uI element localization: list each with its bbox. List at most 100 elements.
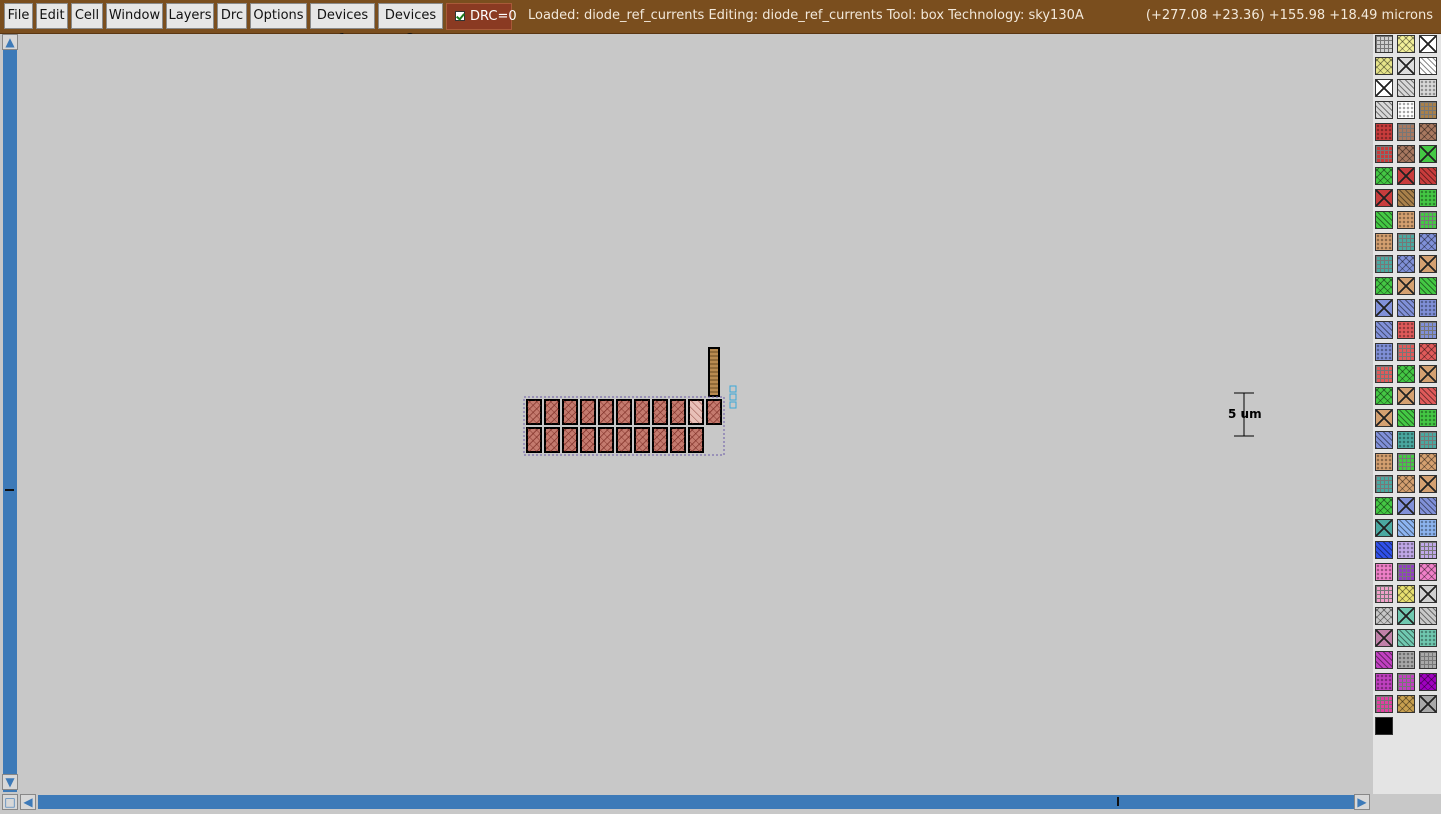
layer-swatch[interactable] [1375, 255, 1393, 273]
layer-swatch[interactable] [1397, 123, 1415, 141]
layer-swatch[interactable] [1419, 299, 1437, 317]
layer-swatch[interactable] [1375, 387, 1393, 405]
layer-swatch[interactable] [1419, 233, 1437, 251]
layer-swatch[interactable] [1419, 79, 1437, 97]
layer-swatch[interactable] [1419, 673, 1437, 691]
layer-swatch[interactable] [1397, 409, 1415, 427]
layer-swatch[interactable] [1375, 497, 1393, 515]
layer-swatch[interactable] [1375, 123, 1393, 141]
layer-swatch[interactable] [1375, 321, 1393, 339]
layer-swatch[interactable] [1375, 475, 1393, 493]
layer-swatch[interactable] [1375, 585, 1393, 603]
layer-swatch[interactable] [1419, 365, 1437, 383]
layer-swatch[interactable] [1375, 541, 1393, 559]
scroll-up-icon[interactable]: ▲ [2, 34, 18, 50]
layer-swatch[interactable] [1419, 607, 1437, 625]
layer-swatch[interactable] [1375, 453, 1393, 471]
layer-swatch[interactable] [1375, 629, 1393, 647]
layer-swatch[interactable] [1375, 607, 1393, 625]
menu-window[interactable]: Window [106, 3, 163, 29]
layer-swatch[interactable] [1397, 453, 1415, 471]
layer-swatch[interactable] [1375, 365, 1393, 383]
layer-swatch[interactable] [1375, 409, 1393, 427]
layer-swatch[interactable] [1397, 365, 1415, 383]
layer-swatch[interactable] [1419, 695, 1437, 713]
layer-swatch[interactable] [1419, 35, 1437, 53]
layer-swatch[interactable] [1397, 211, 1415, 229]
layer-swatch[interactable] [1419, 211, 1437, 229]
layer-swatch[interactable] [1397, 695, 1415, 713]
horizontal-scrollbar[interactable]: □ ◀ ▶ [0, 792, 1372, 812]
layer-swatch[interactable] [1419, 343, 1437, 361]
drc-toggle[interactable]: DRC=0 [446, 3, 517, 30]
layer-swatch[interactable] [1419, 57, 1437, 75]
layer-swatch[interactable] [1397, 387, 1415, 405]
layer-swatch[interactable] [1397, 585, 1415, 603]
layer-swatch[interactable] [1397, 57, 1415, 75]
layer-swatch[interactable] [1397, 145, 1415, 163]
scroll-right-icon[interactable]: ▶ [1354, 794, 1370, 810]
layer-swatch[interactable] [1375, 673, 1393, 691]
layer-swatch[interactable] [1419, 519, 1437, 537]
layer-swatch[interactable] [1375, 211, 1393, 229]
menu-devices-2[interactable]: Devices 2 [378, 3, 443, 47]
vertical-scroll-trough[interactable] [3, 50, 17, 806]
menu-cell[interactable]: Cell [71, 3, 103, 29]
layer-swatch[interactable] [1375, 695, 1393, 713]
layer-swatch[interactable] [1419, 101, 1437, 119]
layer-swatch[interactable] [1419, 585, 1437, 603]
layer-swatch[interactable] [1375, 651, 1393, 669]
layer-swatch[interactable] [1419, 409, 1437, 427]
layer-swatch[interactable] [1375, 277, 1393, 295]
layer-swatch[interactable] [1419, 629, 1437, 647]
layer-swatch[interactable] [1397, 343, 1415, 361]
layer-swatch[interactable] [1397, 321, 1415, 339]
layer-swatch[interactable] [1397, 167, 1415, 185]
layer-swatch[interactable] [1419, 431, 1437, 449]
layer-swatch[interactable] [1419, 563, 1437, 581]
layer-swatch[interactable] [1419, 541, 1437, 559]
layer-swatch[interactable] [1397, 475, 1415, 493]
layer-swatch[interactable] [1397, 233, 1415, 251]
menu-edit[interactable]: Edit [36, 3, 68, 29]
layer-swatch[interactable] [1375, 431, 1393, 449]
layer-swatch[interactable] [1397, 607, 1415, 625]
layer-swatch[interactable] [1397, 651, 1415, 669]
layer-swatch[interactable] [1375, 519, 1393, 537]
layer-swatch[interactable] [1397, 673, 1415, 691]
menu-file[interactable]: File [4, 3, 33, 29]
menu-devices-1[interactable]: Devices 1 [310, 3, 375, 47]
layer-swatch[interactable] [1397, 629, 1415, 647]
layer-swatch[interactable] [1375, 563, 1393, 581]
layer-swatch[interactable] [1397, 431, 1415, 449]
drc-checkbox-icon[interactable] [455, 11, 465, 21]
layer-swatch[interactable] [1419, 475, 1437, 493]
layer-swatch[interactable] [1397, 35, 1415, 53]
layer-swatch[interactable] [1397, 563, 1415, 581]
layer-swatch[interactable] [1397, 79, 1415, 97]
layer-swatch[interactable] [1375, 145, 1393, 163]
layout-canvas[interactable]: 5 um [20, 34, 1372, 792]
layer-swatch[interactable] [1419, 167, 1437, 185]
layer-swatch[interactable] [1419, 453, 1437, 471]
scroll-left-icon[interactable]: ◀ [20, 794, 36, 810]
layer-swatch[interactable] [1397, 189, 1415, 207]
zoom-box-icon[interactable]: □ [2, 794, 18, 810]
layer-swatch[interactable] [1419, 277, 1437, 295]
layer-swatch[interactable] [1419, 651, 1437, 669]
layer-swatch[interactable] [1419, 123, 1437, 141]
layer-swatch[interactable] [1375, 101, 1393, 119]
vertical-scrollbar[interactable]: ▲ ▼ [0, 34, 20, 806]
layer-swatch[interactable] [1375, 79, 1393, 97]
layer-swatch[interactable] [1397, 299, 1415, 317]
layer-swatch[interactable] [1375, 717, 1393, 735]
layer-swatch[interactable] [1397, 519, 1415, 537]
layer-swatch[interactable] [1375, 57, 1393, 75]
layer-swatch[interactable] [1419, 255, 1437, 273]
layer-swatch[interactable] [1419, 387, 1437, 405]
layer-swatch[interactable] [1397, 497, 1415, 515]
layer-swatch[interactable] [1397, 277, 1415, 295]
layer-swatch[interactable] [1419, 189, 1437, 207]
layer-swatch[interactable] [1375, 299, 1393, 317]
horizontal-scroll-trough[interactable] [38, 795, 1354, 809]
